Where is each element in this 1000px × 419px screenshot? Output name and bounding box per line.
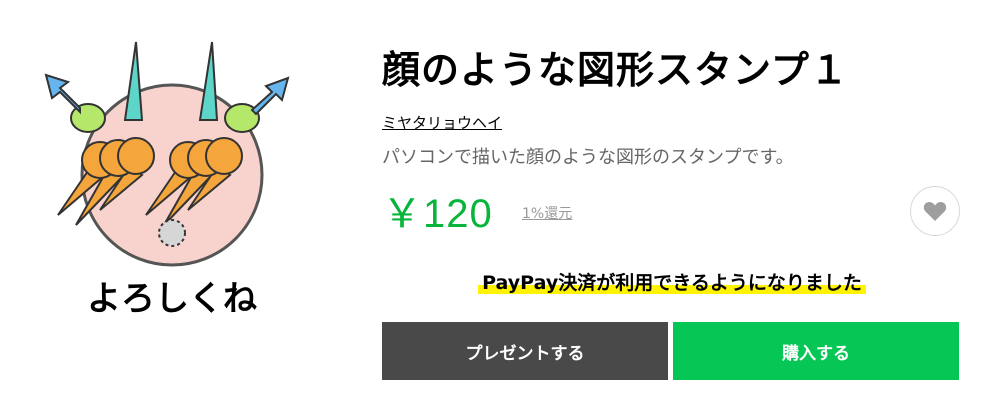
buy-button[interactable]: 購入する (673, 322, 959, 380)
product-title: 顔のような図形スタンプ１ (382, 48, 849, 92)
sticker-main-image[interactable]: よろしくね (30, 20, 330, 330)
product-info: 顔のような図形スタンプ１ ミヤタリョウヘイ パソコンで描いた顔のような図形のスタ… (382, 40, 962, 237)
price: ￥120 (382, 192, 493, 236)
favorite-button[interactable] (910, 186, 960, 236)
product-description: パソコンで描いた顔のような図形のスタンプです。 (382, 147, 794, 168)
gift-button[interactable]: プレゼントする (382, 322, 668, 380)
price-row: ￥120 1%還元 (382, 181, 962, 237)
face-sticker-illustration: よろしくね (44, 41, 290, 319)
heart-icon (923, 201, 947, 221)
paypay-notice: PayPay決済が利用できるようになりました (382, 268, 962, 295)
author-link[interactable]: ミヤタリョウヘイ (382, 112, 502, 133)
sticker-caption: よろしくね (87, 279, 257, 319)
reward-link[interactable]: 1%還元 (522, 203, 572, 223)
paypay-notice-text: PayPay決済が利用できるようになりました (478, 272, 866, 294)
